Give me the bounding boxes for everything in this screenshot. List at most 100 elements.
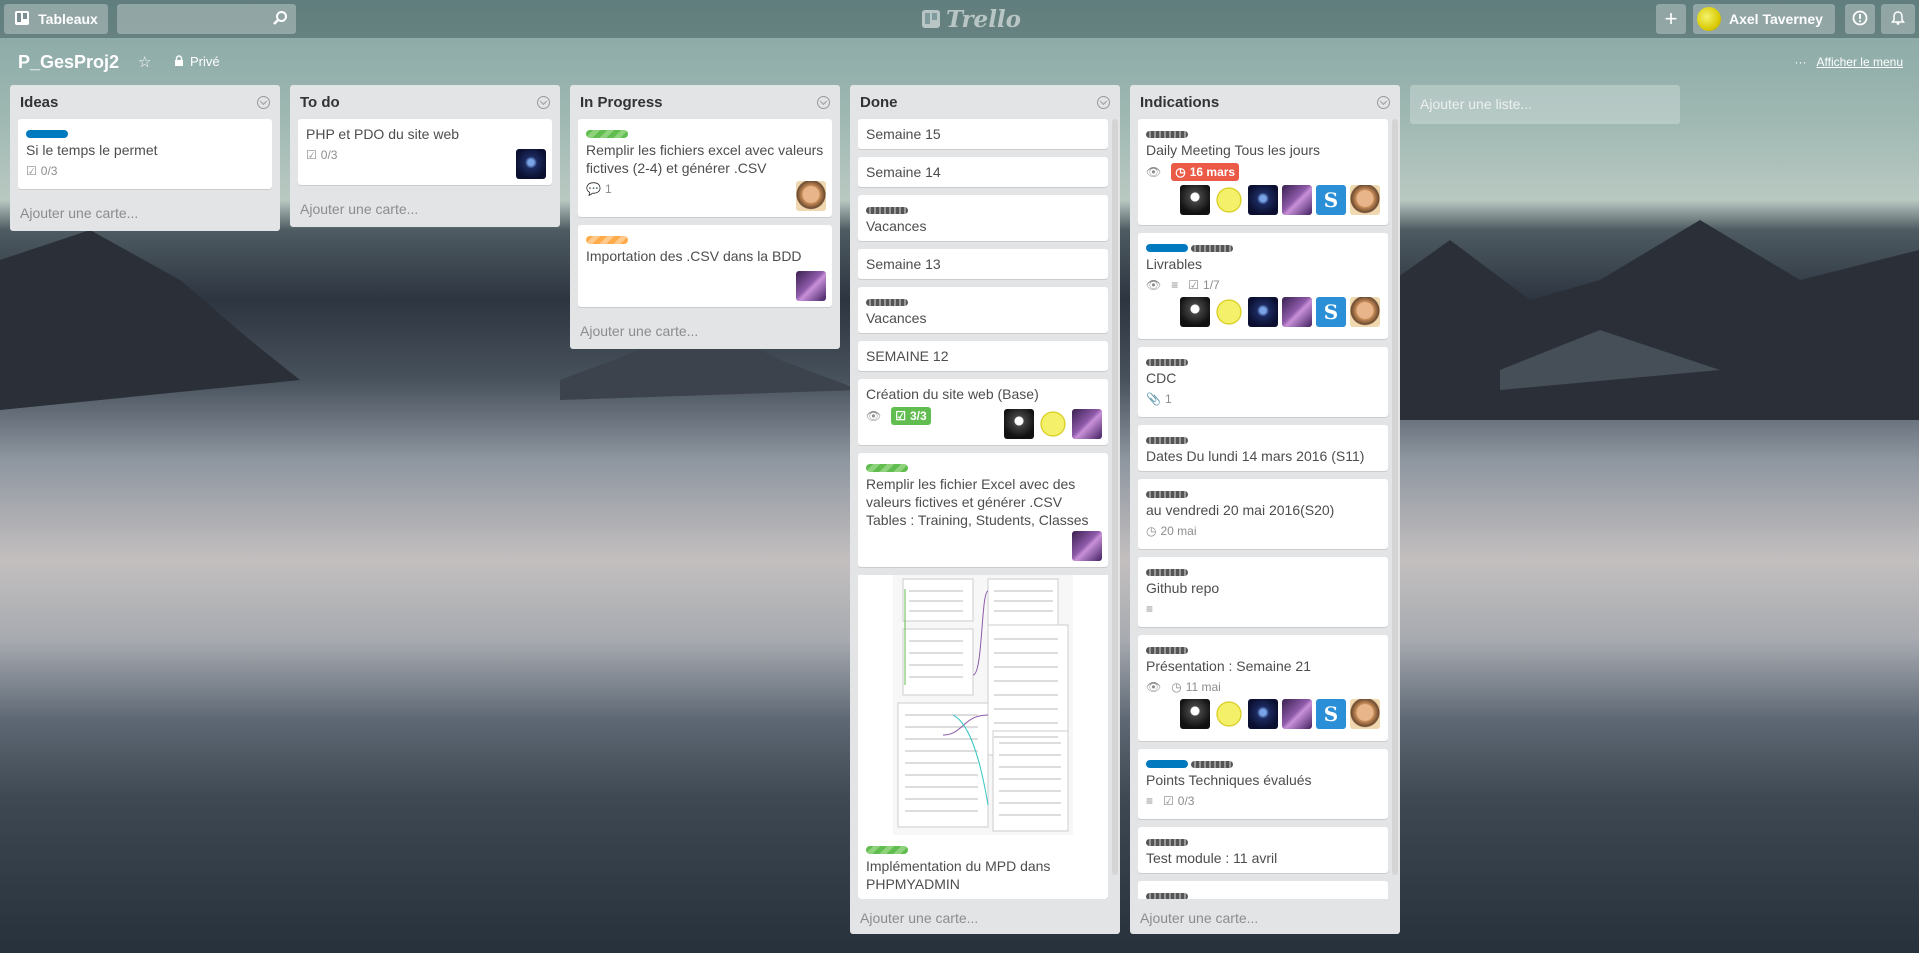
- member-avatar[interactable]: [1350, 297, 1380, 327]
- member-avatar[interactable]: [796, 181, 826, 211]
- list-menu-icon[interactable]: [1377, 95, 1390, 109]
- boards-icon: [14, 10, 30, 29]
- member-avatar[interactable]: [1214, 185, 1244, 215]
- member-avatar[interactable]: [1282, 185, 1312, 215]
- scrollbar[interactable]: [1112, 119, 1118, 875]
- list-header[interactable]: To do: [290, 85, 560, 119]
- card[interactable]: Dates Du lundi 14 mars 2016 (S11): [1138, 425, 1388, 471]
- card[interactable]: SEMAINE 12: [858, 341, 1108, 371]
- card[interactable]: [1138, 881, 1388, 899]
- user-menu-button[interactable]: Axel Taverney: [1693, 4, 1835, 34]
- label-green: [866, 464, 908, 472]
- card[interactable]: Création du site web (Base) 👁 ☑ 3/3: [858, 379, 1108, 445]
- member-avatar[interactable]: S: [1316, 297, 1346, 327]
- list-header[interactable]: Done: [850, 85, 1120, 119]
- card-title: CDC: [1146, 370, 1177, 386]
- member-avatar[interactable]: [1180, 185, 1210, 215]
- search-input[interactable]: [117, 4, 296, 34]
- comment-count: 1: [604, 182, 612, 196]
- card[interactable]: Importation des .CSV dans la BDD: [578, 225, 832, 307]
- add-button[interactable]: +: [1656, 4, 1686, 34]
- member-avatar[interactable]: [1282, 297, 1312, 327]
- card[interactable]: Si le temps le permet ☑ 0/3: [18, 119, 272, 189]
- member-avatar[interactable]: S: [1316, 699, 1346, 729]
- description-icon: ≡: [1146, 794, 1154, 808]
- add-card-button[interactable]: Ajouter une carte...: [10, 197, 280, 231]
- attachment-count: 1: [1164, 392, 1172, 406]
- card[interactable]: Semaine 13: [858, 249, 1108, 279]
- card[interactable]: Remplir les fichiers excel avec valeurs …: [578, 119, 832, 217]
- card-title: Semaine 14: [866, 164, 941, 180]
- list-menu-icon[interactable]: [257, 95, 270, 109]
- search-icon[interactable]: [272, 10, 288, 29]
- list-menu-icon[interactable]: [1097, 95, 1110, 109]
- list-header[interactable]: Indications: [1130, 85, 1400, 119]
- card[interactable]: PHP et PDO du site web ☑ 0/3: [298, 119, 552, 185]
- member-avatar[interactable]: [1282, 699, 1312, 729]
- checklist-count: 0/3: [320, 148, 338, 162]
- member-avatar[interactable]: [516, 149, 546, 179]
- card[interactable]: Implémentation du MPD dans PHPMYADMIN: [858, 575, 1108, 899]
- card[interactable]: au vendredi 20 mai 2016(S20) ◷ 20 mai: [1138, 479, 1388, 549]
- board-title[interactable]: P_GesProj2: [18, 52, 119, 73]
- eye-icon: 👁: [1146, 278, 1162, 292]
- due-date-badge: ◷ 20 mai: [1146, 524, 1197, 538]
- add-card-button[interactable]: Ajouter une carte...: [290, 193, 560, 227]
- boards-button[interactable]: Tableaux: [4, 4, 108, 34]
- add-card-button[interactable]: Ajouter une carte...: [1130, 902, 1268, 934]
- label-collapsed: [866, 207, 908, 214]
- member-avatar[interactable]: [1248, 699, 1278, 729]
- show-menu-link[interactable]: ··· Afficher le menu: [1795, 55, 1904, 69]
- attachment-badge: 📎 1: [1146, 392, 1172, 406]
- add-list-button[interactable]: Ajouter une liste...: [1410, 85, 1680, 124]
- card[interactable]: Test module : 11 avril: [1138, 827, 1388, 873]
- notifications-button[interactable]: [1881, 4, 1915, 34]
- card[interactable]: CDC 📎 1: [1138, 347, 1388, 417]
- label-collapsed: [1146, 491, 1188, 498]
- card[interactable]: Daily Meeting Tous les jours 👁 ◷ 16 mars …: [1138, 119, 1388, 225]
- logo-text: Trello: [946, 5, 1022, 33]
- member-avatar[interactable]: [1038, 409, 1068, 439]
- label-collapsed: [1191, 761, 1233, 768]
- member-avatar[interactable]: S: [1316, 185, 1346, 215]
- member-avatar[interactable]: [1180, 699, 1210, 729]
- member-avatar[interactable]: [1350, 699, 1380, 729]
- card-title: Importation des .CSV dans la BDD: [586, 248, 802, 264]
- member-avatar[interactable]: [1072, 531, 1102, 561]
- card[interactable]: Vacances: [858, 195, 1108, 241]
- list-header[interactable]: In Progress: [570, 85, 840, 119]
- member-avatar[interactable]: [1350, 185, 1380, 215]
- card-title: Remplir les fichier Excel avec des valeu…: [866, 476, 1089, 528]
- card[interactable]: Présentation : Semaine 21 👁 ◷ 11 mai S: [1138, 635, 1388, 741]
- list-todo: To do PHP et PDO du site web ☑ 0/3 Ajoute…: [290, 85, 560, 227]
- member-avatar[interactable]: [1004, 409, 1034, 439]
- card[interactable]: Remplir les fichier Excel avec des valeu…: [858, 453, 1108, 567]
- member-avatar[interactable]: [1214, 297, 1244, 327]
- member-avatar[interactable]: [1072, 409, 1102, 439]
- member-avatar[interactable]: [1248, 185, 1278, 215]
- card[interactable]: Vacances: [858, 287, 1108, 333]
- member-avatar[interactable]: [796, 271, 826, 301]
- list-header[interactable]: Ideas: [10, 85, 280, 119]
- add-card-button[interactable]: Ajouter une carte...: [570, 315, 840, 349]
- list-ideas: Ideas Si le temps le permet ☑ 0/3 Ajouter…: [10, 85, 280, 231]
- card[interactable]: Github repo ≡: [1138, 557, 1388, 627]
- checklist-icon: ☑: [895, 409, 906, 423]
- scrollbar[interactable]: [1392, 119, 1398, 875]
- member-avatar[interactable]: [1248, 297, 1278, 327]
- card[interactable]: Points Techniques évalués ≡ ☑ 0/3: [1138, 749, 1388, 819]
- card[interactable]: Semaine 14: [858, 157, 1108, 187]
- card[interactable]: Livrables 👁 ≡ ☑ 1/7 S: [1138, 233, 1388, 339]
- plus-icon: +: [1664, 6, 1678, 31]
- list-menu-icon[interactable]: [537, 95, 550, 109]
- member-avatar[interactable]: [1180, 297, 1210, 327]
- member-avatar[interactable]: [1214, 699, 1244, 729]
- info-button[interactable]: [1845, 4, 1875, 34]
- visibility-button[interactable]: Privé: [174, 54, 220, 69]
- description-icon: ≡: [1171, 278, 1179, 292]
- list-menu-icon[interactable]: [817, 95, 830, 109]
- star-icon[interactable]: ☆: [138, 53, 151, 71]
- trello-logo[interactable]: Trello: [921, 5, 1022, 33]
- card[interactable]: Semaine 15: [858, 119, 1108, 149]
- add-card-button[interactable]: Ajouter une carte...: [850, 902, 988, 934]
